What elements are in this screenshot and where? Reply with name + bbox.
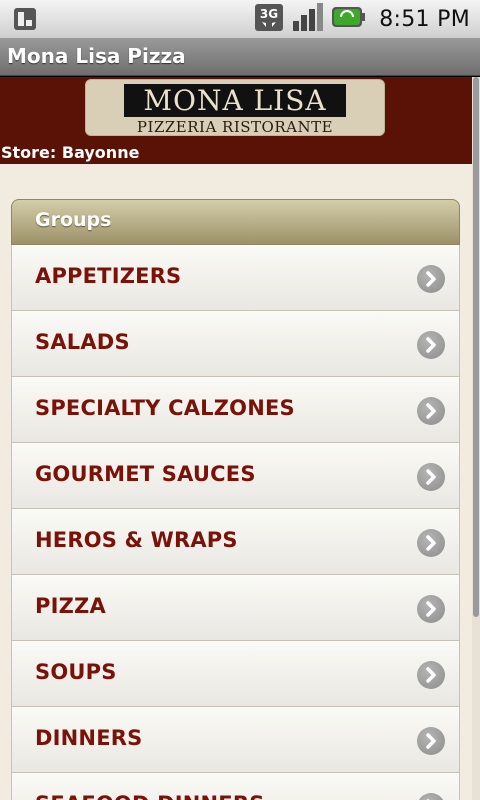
main-content[interactable]: Groups APPETIZERS SALADS SPECIALTY CALZO…: [0, 164, 472, 800]
battery-charging-icon: [331, 4, 366, 34]
chevron-right-icon: [417, 331, 445, 359]
status-bar: 3G 8:51 PM: [0, 0, 480, 38]
chevron-right-icon: [417, 727, 445, 755]
chevron-right-icon: [417, 529, 445, 557]
logo-name: MONA LISA: [124, 84, 346, 117]
group-item-label: SALADS: [35, 330, 130, 354]
3g-data-icon: 3G: [253, 1, 285, 37]
logo-subtitle: PIZZERIA RISTORANTE: [136, 118, 334, 136]
group-item-label: GOURMET SAUCES: [35, 462, 256, 486]
chevron-right-icon: [417, 463, 445, 491]
store-label: Store: Bayonne: [1, 143, 140, 162]
scrollbar-thumb[interactable]: [473, 77, 479, 617]
group-item-label: SPECIALTY CALZONES: [35, 396, 295, 420]
group-item-label: SEAFOOD DINNERS: [35, 792, 265, 800]
group-item-heros-wraps[interactable]: HEROS & WRAPS: [11, 509, 460, 575]
chevron-right-icon: [417, 595, 445, 623]
app-title: Mona Lisa Pizza: [7, 44, 186, 68]
chevron-right-icon: [417, 661, 445, 689]
svg-text:3G: 3G: [260, 7, 278, 21]
group-item-label: HEROS & WRAPS: [35, 528, 238, 552]
logo: MONA LISA PIZZERIA RISTORANTE: [85, 79, 385, 136]
signal-strength-icon: [291, 1, 325, 37]
groups-heading-label: Groups: [35, 209, 112, 231]
group-item-seafood-dinners[interactable]: SEAFOOD DINNERS: [11, 773, 460, 800]
group-item-gourmet-sauces[interactable]: GOURMET SAUCES: [11, 443, 460, 509]
groups-heading: Groups: [11, 199, 460, 245]
scrollbar[interactable]: [472, 77, 480, 800]
groups-panel: Groups APPETIZERS SALADS SPECIALTY CALZO…: [11, 199, 460, 800]
chevron-right-icon: [417, 793, 445, 800]
group-item-label: APPETIZERS: [35, 264, 182, 288]
group-item-dinners[interactable]: DINNERS: [11, 707, 460, 773]
chevron-right-icon: [417, 397, 445, 425]
chevron-right-icon: [417, 265, 445, 293]
group-item-salads[interactable]: SALADS: [11, 311, 460, 377]
sim-card-icon: [12, 6, 38, 36]
group-item-label: DINNERS: [35, 726, 143, 750]
app-title-bar: Mona Lisa Pizza: [0, 38, 480, 76]
group-item-label: PIZZA: [35, 594, 106, 618]
store-header: MONA LISA PIZZERIA RISTORANTE Store: Bay…: [0, 77, 472, 164]
clock: 8:51 PM: [379, 6, 470, 32]
group-item-label: SOUPS: [35, 660, 117, 684]
group-item-appetizers[interactable]: APPETIZERS: [11, 245, 460, 311]
group-item-specialty-calzones[interactable]: SPECIALTY CALZONES: [11, 377, 460, 443]
group-item-pizza[interactable]: PIZZA: [11, 575, 460, 641]
group-item-soups[interactable]: SOUPS: [11, 641, 460, 707]
